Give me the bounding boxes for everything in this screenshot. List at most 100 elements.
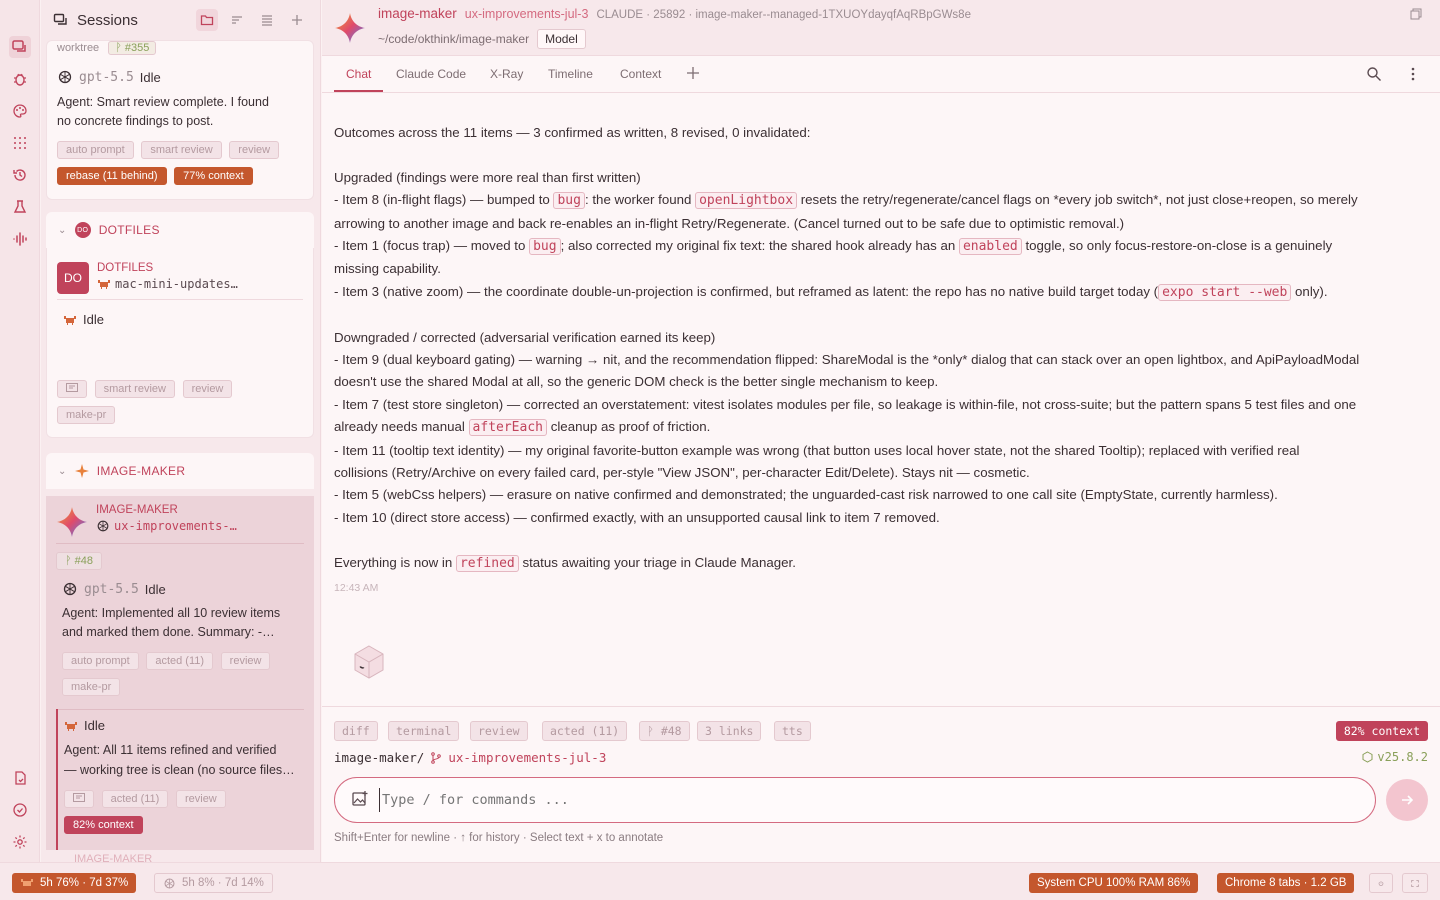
waveform-icon[interactable] (9, 228, 31, 250)
chip-terminal-icon[interactable] (57, 380, 87, 398)
add-image-icon[interactable] (351, 790, 369, 811)
chip-row-2: make-pr (57, 406, 303, 424)
history-icon[interactable] (9, 164, 31, 186)
downgraded-item-5: - Item 5 (webCss helpers) — erasure on n… (334, 487, 1278, 503)
arrow-right-icon (1400, 793, 1414, 807)
settings-gear-icon[interactable] (9, 831, 31, 853)
model-name: gpt-5.5 (79, 69, 134, 85)
claude-usage[interactable]: 5h 76% · 7d 37% (12, 873, 137, 893)
chip-auto-prompt[interactable]: auto prompt (57, 141, 134, 159)
pr-chip[interactable]: ᚹ #48 (56, 552, 103, 570)
inline-code: enabled (958, 238, 1022, 256)
chip-acted[interactable]: acted (11) (101, 790, 169, 808)
more-vertical-icon[interactable] (1410, 66, 1416, 85)
summary-line-2: — working tree is clean (no source files… (64, 763, 295, 777)
chip-review[interactable]: review (220, 652, 271, 670)
chip-diff[interactable]: diff (334, 721, 378, 741)
text: : the worker found (584, 192, 696, 208)
add-session-icon[interactable] (286, 9, 308, 31)
chip-links[interactable]: 3 links (697, 721, 762, 741)
gemini-sparkle-icon (56, 506, 88, 541)
upgraded-item-8-cont: arrowing to another image and back re-en… (334, 215, 1125, 231)
sort-icon[interactable] (226, 9, 248, 31)
chip-auto-prompt[interactable]: auto prompt (62, 652, 139, 670)
upgraded-item-1: - Item 1 (focus trap) — moved to bug; al… (334, 235, 1424, 258)
sessions-title: Sessions (77, 11, 138, 29)
chip-terminal-icon[interactable] (64, 790, 94, 808)
chip-row: smart review review (57, 380, 303, 398)
session-card-dotfiles[interactable]: DO DOTFILES mac-mini-updates… Idle smart… (46, 248, 314, 438)
chip-review[interactable]: review (229, 141, 280, 159)
badge-check-icon[interactable] (9, 799, 31, 821)
openai-logo-icon (96, 519, 110, 533)
downgraded-item-11: - Item 11 (tooltip text identity) — my o… (334, 442, 1300, 458)
assistant-message: Outcomes across the 11 items — 3 confirm… (334, 122, 1424, 599)
model-button[interactable]: Model (537, 29, 586, 49)
session-state: Idle (84, 718, 105, 733)
node-version: v25.8.2 (1377, 750, 1428, 764)
text: status awaiting your triage in Claude Ma… (518, 554, 796, 570)
palette-icon[interactable] (9, 100, 31, 122)
downgraded-item-10: - Item 10 (direct store access) — confir… (334, 509, 940, 525)
chip-acted[interactable]: acted (11) (542, 721, 628, 741)
chip-make-pr[interactable]: make-pr (62, 678, 121, 696)
tab-chat[interactable]: Chat (334, 56, 384, 92)
search-icon[interactable] (1366, 66, 1382, 85)
chip-smart-review[interactable]: smart review (94, 380, 175, 398)
power-icon[interactable] (1369, 873, 1393, 893)
message-input[interactable] (379, 788, 1339, 812)
fullscreen-icon[interactable] (1402, 873, 1428, 893)
gpt-usage[interactable]: 5h 8% · 7d 14% (154, 873, 273, 893)
status-bar: 5h 76% · 7d 37% 5h 8% · 7d 14% System CP… (0, 862, 1440, 900)
worktree-tag: worktree (57, 42, 100, 54)
chip-acted[interactable]: acted (11) (146, 652, 214, 670)
gpt-usage-text: 5h 8% · 7d 14% (182, 877, 264, 889)
chat-bubbles-icon[interactable] (9, 36, 31, 58)
chip-row-2: 82% context (64, 816, 147, 834)
tab-claude-code[interactable]: Claude Code (384, 56, 478, 92)
subsession-rail (56, 709, 58, 850)
system-usage[interactable]: System CPU 100% RAM 86% (1029, 873, 1199, 893)
session-card-image-maker[interactable]: IMAGE-MAKER ux-improvements-… ᚹ #48 gpt-… (46, 496, 314, 850)
chip-terminal[interactable]: terminal (388, 721, 460, 741)
copy-icon[interactable] (1410, 8, 1422, 23)
session-state: Idle (139, 69, 161, 85)
downgraded-item-7-cont: already needs manual afterEach cleanup a… (334, 416, 1424, 439)
chip-tts[interactable]: tts (774, 721, 811, 741)
grid-dots-icon[interactable] (9, 132, 31, 154)
text: only). (1291, 283, 1328, 299)
context-badge: 82% context (1335, 721, 1428, 741)
tab-context[interactable]: Context (608, 56, 673, 92)
chip-rebase[interactable]: rebase (11 behind) (57, 167, 167, 185)
openai-logo-icon (62, 581, 78, 597)
git-branch-icon (430, 751, 442, 764)
chip-review[interactable]: review (470, 721, 528, 741)
send-button[interactable] (1386, 779, 1428, 821)
text: cleanup as proof of friction. (547, 419, 711, 435)
chip-pr[interactable]: ᚹ #48 (639, 721, 690, 741)
bug-icon[interactable] (9, 68, 31, 90)
add-tab-icon[interactable] (686, 66, 700, 83)
pr-tag[interactable]: ᚹ #355 (108, 41, 157, 55)
tab-timeline[interactable]: Timeline (536, 56, 605, 92)
chip-context[interactable]: 77% context (174, 167, 253, 185)
chip-smart-review[interactable]: smart review (141, 141, 222, 159)
group-dotfiles[interactable]: ⌄ DO DOTFILES (46, 212, 314, 248)
session-card-worktree[interactable]: worktree ᚹ #355 gpt-5.5 Idle Agent: Smar… (46, 40, 314, 200)
chip-context[interactable]: 82% context (64, 816, 143, 834)
chip-review[interactable]: review (182, 380, 233, 398)
group-image-maker[interactable]: ⌄ IMAGE-MAKER (46, 453, 314, 489)
flask-icon[interactable] (9, 196, 31, 218)
chip-review[interactable]: review (175, 790, 226, 808)
inline-code: afterEach (468, 419, 547, 437)
card-tag-row: worktree ᚹ #355 (57, 41, 303, 57)
list-icon[interactable] (256, 9, 278, 31)
chrome-usage[interactable]: Chrome 8 tabs · 1.2 GB (1217, 873, 1355, 893)
file-check-icon[interactable] (9, 767, 31, 789)
sessions-panel: Sessions worktree ᚹ #355 gpt-5.5 Idle Ag… (41, 0, 321, 862)
tab-x-ray[interactable]: X-Ray (478, 56, 535, 92)
upgraded-item-8: - Item 8 (in-flight flags) — bumped to b… (334, 189, 1424, 212)
summary-line-2: no concrete findings to post. (57, 114, 214, 128)
chip-make-pr[interactable]: make-pr (57, 406, 116, 424)
folder-icon[interactable] (196, 9, 218, 31)
